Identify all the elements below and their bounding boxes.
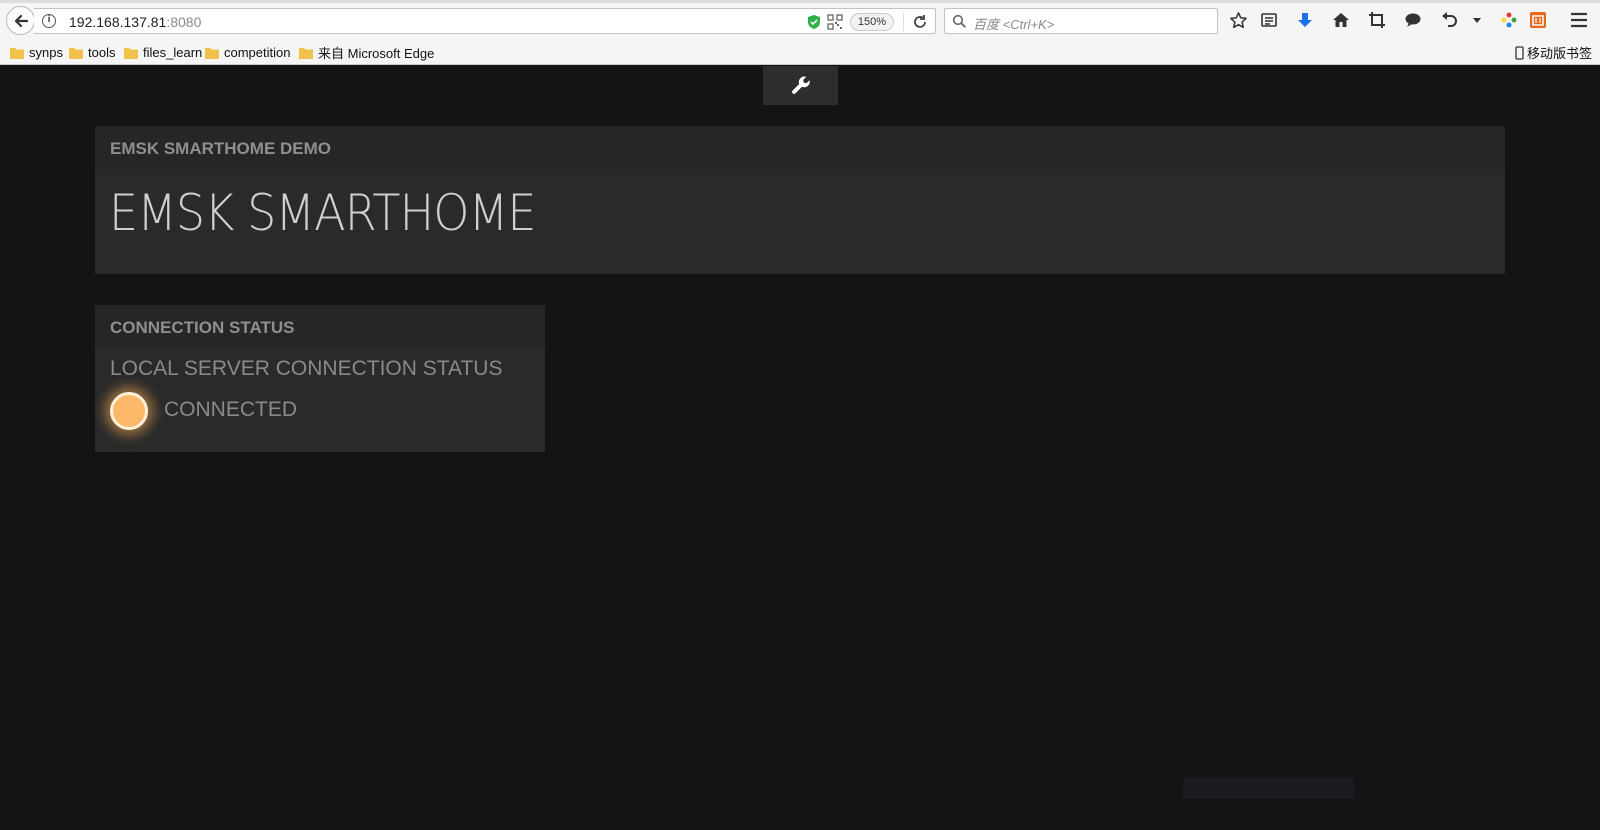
url-text[interactable]: 192.168.137.81:8080 xyxy=(69,14,201,30)
mobile-bookmarks[interactable]: 移动版书签 xyxy=(1515,43,1592,62)
download-icon[interactable] xyxy=(1295,10,1315,30)
bookmark-star-icon[interactable] xyxy=(1228,10,1248,30)
chevron-down-icon[interactable] xyxy=(1467,10,1487,30)
settings-button[interactable] xyxy=(763,66,838,105)
url-host: 192.168.137.81 xyxy=(69,14,167,30)
phone-icon xyxy=(1515,45,1524,60)
connection-status-panel: CONNECTION STATUS LOCAL SERVER CONNECTIO… xyxy=(95,305,545,452)
title-panel: EMSK SMARTHOME DEMO EMSK SMARTHOME xyxy=(95,126,1505,274)
search-bar[interactable]: 百度 <Ctrl+K> xyxy=(944,8,1218,34)
status-indicator-led xyxy=(110,392,148,430)
wrench-icon xyxy=(791,76,810,94)
status-panel-header: CONNECTION STATUS xyxy=(95,305,545,348)
bookmark-label: files_learn xyxy=(143,45,203,60)
page-title: EMSK SMARTHOME xyxy=(109,184,536,242)
bookmark-label: tools xyxy=(88,45,116,60)
status-label: LOCAL SERVER CONNECTION STATUS xyxy=(110,357,503,380)
back-button[interactable] xyxy=(6,6,35,35)
chat-bubble-icon[interactable] xyxy=(1403,10,1423,30)
title-panel-header: EMSK SMARTHOME DEMO xyxy=(95,126,1505,169)
addon-color-icon[interactable] xyxy=(1499,10,1519,30)
reading-list-icon[interactable] xyxy=(1259,10,1279,30)
faded-overlay-toast xyxy=(1183,778,1354,799)
search-icon xyxy=(952,14,966,28)
bookmark-folder-edge[interactable]: 来自 Microsoft Edge xyxy=(299,43,434,62)
bookmark-folder-files-learn[interactable]: files_learn xyxy=(124,43,202,62)
crop-icon[interactable] xyxy=(1367,10,1387,30)
shield-icon[interactable] xyxy=(807,14,821,30)
bookmark-folder-competition[interactable]: competition xyxy=(205,43,290,62)
reload-icon[interactable] xyxy=(911,13,929,31)
url-port: :8080 xyxy=(166,14,202,30)
undo-icon[interactable] xyxy=(1439,10,1459,30)
folder-icon xyxy=(69,47,83,59)
addon-office-icon[interactable] xyxy=(1528,10,1548,30)
bookmarks-bar: synps tools files_learn competition 来自 M… xyxy=(0,40,1600,65)
bookmark-label: competition xyxy=(224,45,291,60)
url-divider xyxy=(903,13,904,31)
browser-toolbar: i 192.168.137.81:8080 150% 百度 <Ctrl+K> xyxy=(0,0,1600,40)
folder-icon xyxy=(205,47,219,59)
status-value: CONNECTED xyxy=(164,398,298,421)
page-content: EMSK SMARTHOME DEMO EMSK SMARTHOME CONNE… xyxy=(0,66,1600,830)
folder-icon xyxy=(124,47,138,59)
address-bar[interactable]: i 192.168.137.81:8080 150% xyxy=(34,8,936,34)
bookmark-folder-tools[interactable]: tools xyxy=(69,43,115,62)
zoom-level-button[interactable]: 150% xyxy=(850,13,894,31)
arrow-left-icon xyxy=(14,14,28,27)
search-placeholder: 百度 <Ctrl+K> xyxy=(973,17,1055,32)
info-icon[interactable]: i xyxy=(42,14,56,28)
bookmark-label: 来自 Microsoft Edge xyxy=(318,46,435,61)
menu-icon[interactable] xyxy=(1569,10,1589,30)
folder-icon xyxy=(10,47,24,59)
qr-code-icon[interactable] xyxy=(827,14,843,30)
bookmark-folder-synps[interactable]: synps xyxy=(10,43,63,62)
home-icon[interactable] xyxy=(1331,10,1351,30)
folder-icon xyxy=(299,47,313,59)
mobile-bookmarks-label: 移动版书签 xyxy=(1526,47,1592,62)
bookmark-label: synps xyxy=(29,45,63,60)
